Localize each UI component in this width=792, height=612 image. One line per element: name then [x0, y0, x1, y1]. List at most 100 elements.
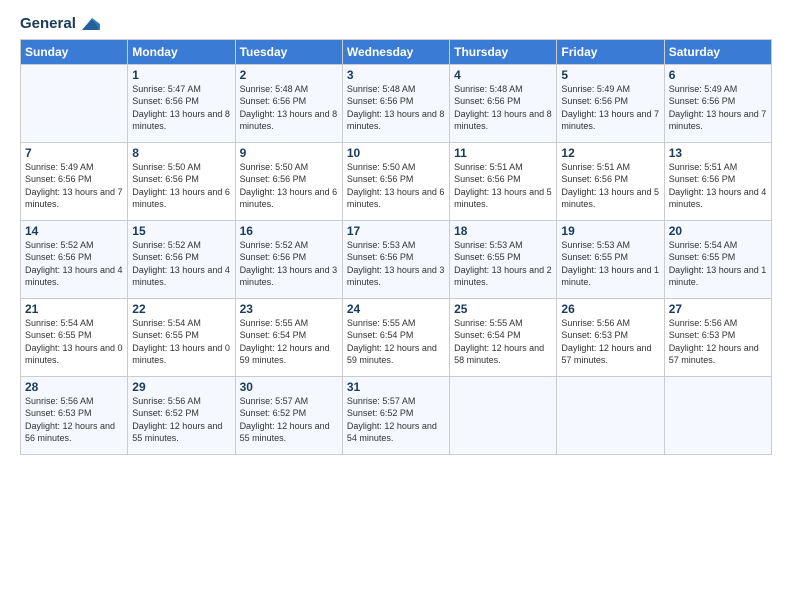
sunset-text: Sunset: 6:56 PM: [454, 96, 521, 106]
calendar-cell: [557, 376, 664, 454]
daylight-text: Daylight: 13 hours and 6 minutes.: [240, 187, 338, 210]
day-info: Sunrise: 5:50 AMSunset: 6:56 PMDaylight:…: [132, 161, 230, 211]
day-number: 4: [454, 68, 552, 82]
calendar-cell: 3Sunrise: 5:48 AMSunset: 6:56 PMDaylight…: [342, 64, 449, 142]
calendar-cell: 19Sunrise: 5:53 AMSunset: 6:55 PMDayligh…: [557, 220, 664, 298]
daylight-text: Daylight: 13 hours and 0 minutes.: [132, 343, 230, 366]
day-info: Sunrise: 5:51 AMSunset: 6:56 PMDaylight:…: [669, 161, 767, 211]
calendar-week-row: 21Sunrise: 5:54 AMSunset: 6:55 PMDayligh…: [21, 298, 772, 376]
sunrise-text: Sunrise: 5:49 AM: [25, 162, 94, 172]
daylight-text: Daylight: 13 hours and 1 minute.: [561, 265, 659, 288]
sunrise-text: Sunrise: 5:47 AM: [132, 84, 201, 94]
sunset-text: Sunset: 6:55 PM: [454, 252, 521, 262]
sunset-text: Sunset: 6:54 PM: [454, 330, 521, 340]
day-number: 23: [240, 302, 338, 316]
sunrise-text: Sunrise: 5:54 AM: [25, 318, 94, 328]
daylight-text: Daylight: 12 hours and 54 minutes.: [347, 421, 437, 444]
day-number: 13: [669, 146, 767, 160]
calendar-table: SundayMondayTuesdayWednesdayThursdayFrid…: [20, 39, 772, 455]
day-info: Sunrise: 5:53 AMSunset: 6:55 PMDaylight:…: [561, 239, 659, 289]
weekday-header: Saturday: [664, 39, 771, 64]
logo: General: [20, 16, 100, 33]
daylight-text: Daylight: 12 hours and 55 minutes.: [132, 421, 222, 444]
calendar-cell: 31Sunrise: 5:57 AMSunset: 6:52 PMDayligh…: [342, 376, 449, 454]
calendar-body: 1Sunrise: 5:47 AMSunset: 6:56 PMDaylight…: [21, 64, 772, 454]
sunset-text: Sunset: 6:56 PM: [240, 96, 307, 106]
day-number: 11: [454, 146, 552, 160]
weekday-header: Thursday: [450, 39, 557, 64]
sunset-text: Sunset: 6:52 PM: [347, 408, 414, 418]
sunset-text: Sunset: 6:53 PM: [669, 330, 736, 340]
day-info: Sunrise: 5:53 AMSunset: 6:55 PMDaylight:…: [454, 239, 552, 289]
daylight-text: Daylight: 13 hours and 6 minutes.: [132, 187, 230, 210]
day-number: 16: [240, 224, 338, 238]
sunset-text: Sunset: 6:56 PM: [132, 252, 199, 262]
daylight-text: Daylight: 12 hours and 57 minutes.: [561, 343, 651, 366]
calendar-cell: 14Sunrise: 5:52 AMSunset: 6:56 PMDayligh…: [21, 220, 128, 298]
day-info: Sunrise: 5:49 AM Sunset: 6:56 PM Daylight:…: [25, 161, 123, 211]
calendar-cell: 18Sunrise: 5:53 AMSunset: 6:55 PMDayligh…: [450, 220, 557, 298]
sunrise-text: Sunrise: 5:48 AM: [454, 84, 523, 94]
sunrise-text: Sunrise: 5:54 AM: [669, 240, 738, 250]
calendar-week-row: 28Sunrise: 5:56 AMSunset: 6:53 PMDayligh…: [21, 376, 772, 454]
calendar-cell: 9 Sunrise: 5:50 AM Sunset: 6:56 PM Daylight…: [235, 142, 342, 220]
calendar-cell: 15Sunrise: 5:52 AMSunset: 6:56 PMDayligh…: [128, 220, 235, 298]
day-info: Sunrise: 5:51 AMSunset: 6:56 PMDaylight:…: [454, 161, 552, 211]
day-info: Sunrise: 5:57 AMSunset: 6:52 PMDaylight:…: [347, 395, 445, 445]
calendar-cell: 13Sunrise: 5:51 AMSunset: 6:56 PMDayligh…: [664, 142, 771, 220]
calendar-cell: [21, 64, 128, 142]
daylight-text: Daylight: 13 hours and 2 minutes.: [454, 265, 552, 288]
sunset-text: Sunset: 6:56 PM: [347, 96, 414, 106]
day-info: Sunrise: 5:51 AMSunset: 6:56 PMDaylight:…: [561, 161, 659, 211]
sunrise-text: Sunrise: 5:53 AM: [347, 240, 416, 250]
calendar-cell: 20Sunrise: 5:54 AMSunset: 6:55 PMDayligh…: [664, 220, 771, 298]
day-number: 7: [25, 146, 123, 160]
sunset-text: Sunset: 6:55 PM: [132, 330, 199, 340]
weekday-header: Sunday: [21, 39, 128, 64]
day-info: Sunrise: 5:57 AMSunset: 6:52 PMDaylight:…: [240, 395, 338, 445]
calendar-week-row: 14Sunrise: 5:52 AMSunset: 6:56 PMDayligh…: [21, 220, 772, 298]
sunrise-text: Sunrise: 5:56 AM: [561, 318, 630, 328]
day-info: Sunrise: 5:55 AMSunset: 6:54 PMDaylight:…: [347, 317, 445, 367]
calendar-cell: 25Sunrise: 5:55 AMSunset: 6:54 PMDayligh…: [450, 298, 557, 376]
calendar-cell: [450, 376, 557, 454]
day-info: Sunrise: 5:47 AMSunset: 6:56 PMDaylight:…: [132, 83, 230, 133]
day-info: Sunrise: 5:55 AMSunset: 6:54 PMDaylight:…: [454, 317, 552, 367]
calendar-week-row: 1Sunrise: 5:47 AMSunset: 6:56 PMDaylight…: [21, 64, 772, 142]
day-number: 24: [347, 302, 445, 316]
daylight-text: Daylight: 13 hours and 7 minutes.: [25, 187, 123, 210]
daylight-text: Daylight: 13 hours and 8 minutes.: [454, 109, 552, 132]
daylight-text: Daylight: 13 hours and 4 minutes.: [132, 265, 230, 288]
sunset-text: Sunset: 6:55 PM: [561, 252, 628, 262]
sunset-text: Sunset: 6:56 PM: [454, 174, 521, 184]
day-number: 17: [347, 224, 445, 238]
day-number: 18: [454, 224, 552, 238]
sunrise-text: Sunrise: 5:56 AM: [132, 396, 201, 406]
day-info: Sunrise: 5:54 AMSunset: 6:55 PMDaylight:…: [669, 239, 767, 289]
sunset-text: Sunset: 6:52 PM: [132, 408, 199, 418]
day-number: 9: [240, 146, 338, 160]
sunset-text: Sunset: 6:54 PM: [347, 330, 414, 340]
sunset-text: Sunset: 6:56 PM: [25, 174, 92, 184]
day-number: 5: [561, 68, 659, 82]
day-number: 1: [132, 68, 230, 82]
daylight-text: Daylight: 13 hours and 8 minutes.: [347, 109, 445, 132]
daylight-text: Daylight: 13 hours and 8 minutes.: [132, 109, 230, 132]
calendar-cell: 7 Sunrise: 5:49 AM Sunset: 6:56 PM Daylight…: [21, 142, 128, 220]
calendar-cell: 27Sunrise: 5:56 AMSunset: 6:53 PMDayligh…: [664, 298, 771, 376]
sunrise-text: Sunrise: 5:51 AM: [561, 162, 630, 172]
sunset-text: Sunset: 6:56 PM: [240, 174, 307, 184]
calendar-cell: 28Sunrise: 5:56 AMSunset: 6:53 PMDayligh…: [21, 376, 128, 454]
weekday-header: Wednesday: [342, 39, 449, 64]
sunrise-text: Sunrise: 5:55 AM: [240, 318, 309, 328]
weekday-row: SundayMondayTuesdayWednesdayThursdayFrid…: [21, 39, 772, 64]
calendar-cell: 5Sunrise: 5:49 AMSunset: 6:56 PMDaylight…: [557, 64, 664, 142]
day-number: 6: [669, 68, 767, 82]
sunset-text: Sunset: 6:56 PM: [240, 252, 307, 262]
sunrise-text: Sunrise: 5:50 AM: [347, 162, 416, 172]
sunrise-text: Sunrise: 5:56 AM: [25, 396, 94, 406]
sunrise-text: Sunrise: 5:50 AM: [240, 162, 309, 172]
sunrise-text: Sunrise: 5:48 AM: [240, 84, 309, 94]
calendar-cell: 22Sunrise: 5:54 AMSunset: 6:55 PMDayligh…: [128, 298, 235, 376]
calendar-cell: 30Sunrise: 5:57 AMSunset: 6:52 PMDayligh…: [235, 376, 342, 454]
